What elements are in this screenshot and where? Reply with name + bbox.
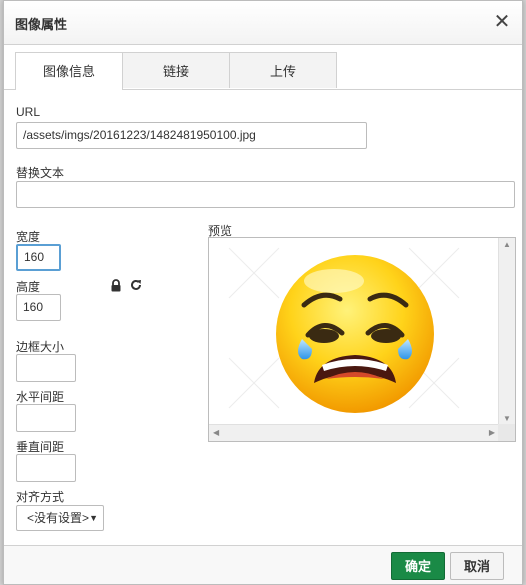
dropdown-arrow-icon: ▼ — [89, 513, 98, 523]
url-input[interactable]: /assets/imgs/20161223/1482481950100.jpg — [16, 122, 367, 149]
tab-bar: 图像信息 链接 上传 — [4, 52, 522, 90]
preview-pane: ▲ ▼ ◀ ▶ — [208, 237, 516, 442]
alt-text-input[interactable] — [16, 181, 515, 208]
tab-image-info[interactable]: 图像信息 — [15, 52, 123, 90]
preview-horizontal-scrollbar[interactable]: ◀ ▶ — [209, 424, 499, 441]
ok-button[interactable]: 确定 — [391, 552, 445, 580]
alt-text-label: 替换文本 — [16, 166, 65, 180]
align-label: 对齐方式 — [16, 490, 65, 504]
dialog-footer: 确定 取消 — [4, 545, 522, 584]
height-input[interactable]: 160 — [16, 294, 61, 321]
vspace-input[interactable] — [16, 454, 76, 482]
width-label: 宽度 — [16, 230, 41, 244]
border-label: 边框大小 — [16, 340, 65, 354]
tab-upload[interactable]: 上传 — [229, 52, 337, 88]
width-input[interactable]: 160 — [16, 244, 61, 271]
align-select-value: <没有设置> — [27, 511, 90, 525]
vspace-label: 垂直间距 — [16, 440, 65, 454]
hspace-input[interactable] — [16, 404, 76, 432]
scrollbar-corner — [498, 424, 515, 441]
hspace-label: 水平间距 — [16, 390, 65, 404]
height-label: 高度 — [16, 280, 41, 294]
tab-link[interactable]: 链接 — [122, 52, 230, 88]
align-select[interactable]: <没有设置> ▼ — [16, 505, 104, 531]
lock-icon[interactable] — [110, 279, 122, 295]
cancel-button[interactable]: 取消 — [450, 552, 504, 580]
border-input[interactable] — [16, 354, 76, 382]
scroll-down-icon[interactable]: ▼ — [503, 414, 511, 423]
scroll-right-icon[interactable]: ▶ — [489, 428, 495, 437]
preview-vertical-scrollbar[interactable]: ▲ ▼ — [498, 238, 515, 425]
reset-size-icon[interactable] — [129, 278, 143, 295]
dialog-title: 图像属性 — [15, 17, 68, 32]
crying-emoji-image — [276, 255, 434, 413]
image-properties-dialog: 图像属性 ✕ 图像信息 链接 上传 URL /assets/imgs/20161… — [3, 0, 523, 585]
scroll-up-icon[interactable]: ▲ — [503, 240, 511, 249]
close-icon[interactable]: ✕ — [492, 11, 512, 33]
scroll-left-icon[interactable]: ◀ — [213, 428, 219, 437]
url-label: URL — [16, 105, 41, 119]
dialog-titlebar[interactable]: 图像属性 ✕ — [4, 1, 522, 45]
